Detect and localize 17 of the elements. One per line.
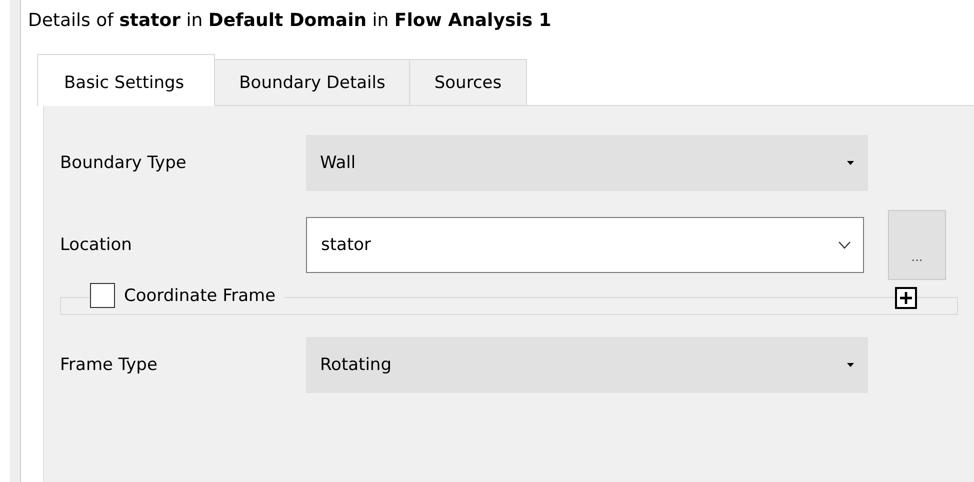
checkbox-label: Coordinate Frame [124,286,276,306]
tab[interactable]: Boundary Details [214,59,410,105]
tab[interactable]: Basic Settings [37,54,216,106]
field-label: Location [60,235,133,255]
browse-button[interactable]: ... [888,210,946,280]
checkbox[interactable] [90,283,115,308]
caret-icon [847,363,854,367]
dropdown[interactable]: Wall [306,135,868,191]
caret-icon [847,161,854,165]
tab[interactable]: Sources [409,59,527,105]
chevron-down-icon [838,241,851,249]
details-title: Details of stator in Default Domain in Flow Analysis 1 [28,9,552,33]
field-label: Frame Type [60,355,158,375]
dropdown[interactable]: Rotating [306,337,868,393]
expand-icon[interactable] [895,287,917,309]
field-label: Boundary Type [60,153,188,173]
location-combo-box[interactable]: stator [306,217,864,273]
